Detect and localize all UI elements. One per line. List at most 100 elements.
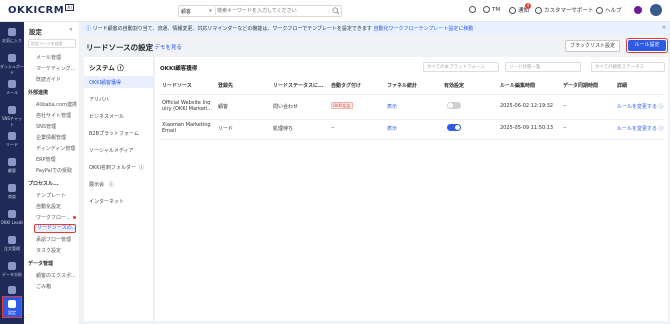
cell-edit-time: 2025-06-02 12:19:32 <box>500 103 554 109</box>
platform-filter[interactable]: すべての本プラットフォーム <box>423 62 499 72</box>
avatar[interactable] <box>650 4 662 16</box>
rail-item-mail[interactable]: メール <box>0 76 24 102</box>
rail-item-customers[interactable]: 顧客 <box>0 154 24 180</box>
help-button[interactable]: ヘルプ <box>596 6 622 14</box>
system-item[interactable]: OKKI名刺フォルダー <box>89 164 136 171</box>
rail-item-analytics[interactable]: データ分析 <box>0 258 24 284</box>
sidebar-item[interactable]: ディンディン管理 <box>36 145 75 152</box>
rail-item-sns-chat[interactable]: SNSチャット <box>0 102 24 128</box>
settings-gear-button[interactable] <box>469 6 476 13</box>
sidebar-item[interactable]: PayPalでの受取 <box>36 167 72 174</box>
col-lead-source: リードソース <box>162 83 192 89</box>
top-bar: OKKICRMAI 顧客 ▼ TM 通知 4 カスタマーサポート ヘルプ <box>0 0 670 22</box>
sidebar-item[interactable]: 自社サイト管理 <box>36 112 71 119</box>
sidebar-item[interactable]: SNS管理 <box>36 123 56 130</box>
sidebar-group-header[interactable]: データ管理 <box>28 260 53 267</box>
change-rule-link[interactable]: ルールを変更する ⓘ <box>617 103 664 110</box>
rail-item-orders[interactable]: 注文管理 <box>0 232 24 258</box>
help-circle-icon[interactable]: ⓘ <box>117 64 124 72</box>
dashboard-icon <box>8 54 16 62</box>
sidebar-item[interactable]: メール管理 <box>36 54 61 61</box>
settings-icon <box>8 300 16 308</box>
new-dot-indicator <box>73 216 76 219</box>
notice-link[interactable]: 自動化ワークフローテンプレート設定に移動 <box>374 26 474 32</box>
approval-icon <box>8 286 16 294</box>
chevron-down-icon[interactable]: ▼ <box>209 8 212 13</box>
rail-item-settings[interactable]: 設定 <box>2 296 22 318</box>
search-divider <box>215 7 216 15</box>
okki-crm-logo[interactable]: OKKICRM AI <box>8 4 75 16</box>
sidebar-item[interactable]: ワークフロー... <box>36 214 71 221</box>
customer-status-filter[interactable]: すべての顧客ステータス <box>591 62 665 72</box>
help-circle-icon: ⓘ <box>658 126 664 132</box>
system-item[interactable]: ソーシャルメディア <box>89 147 134 154</box>
rule-settings-button[interactable]: ルール設定 <box>626 38 668 53</box>
sidebar-item-active[interactable]: リードソースの... <box>34 224 77 233</box>
system-item[interactable]: ビジネスメール <box>89 113 124 120</box>
sidebar-item[interactable]: ERP管理 <box>36 156 56 163</box>
lead-status-filter[interactable]: リード状態一覧 <box>505 62 581 72</box>
sidebar-group-header[interactable]: 外部連携 <box>28 89 48 96</box>
cell-auto-tag: -- <box>331 125 335 131</box>
sidebar-search-input[interactable]: 設定ページを検索 <box>28 39 76 48</box>
row-divider <box>160 119 665 120</box>
help-circle-icon[interactable]: ⓘ <box>109 181 114 188</box>
global-search-box: 顧客 ▼ <box>178 5 342 17</box>
change-rule-link[interactable]: ルールを変更する ⓘ <box>617 125 664 132</box>
collapse-sidebar-icon[interactable]: « <box>69 26 73 33</box>
demo-link[interactable]: ⊙ デモを見る <box>148 43 182 51</box>
rail-item-leads[interactable]: リード <box>0 128 24 154</box>
cell-sync-time: -- <box>563 125 567 131</box>
system-source-panel: システム ⓘ OKKI顧客獲得 アリババ ビジネスメール B2Bプラットフォーム ソーシ… <box>84 57 154 321</box>
gear-icon <box>469 6 476 13</box>
toggle-knob <box>455 125 460 130</box>
sidebar-item[interactable]: 企業情報管理 <box>36 134 66 141</box>
sidebar-item[interactable]: 承認フロー管理 <box>36 236 71 243</box>
system-item[interactable]: インターネット <box>89 198 124 205</box>
col-lead-status: リードステータスに... <box>273 83 324 89</box>
cell-source: Official Website Inq uiry (OKKI Marketi..… <box>162 100 213 112</box>
rail-item-favorites[interactable]: お気に入り <box>0 24 24 50</box>
enabled-toggle[interactable] <box>447 124 461 131</box>
main-nav-rail: お気に入り ダッシュボード メール SNSチャット リード 顧客 商談 OKKI… <box>0 22 24 324</box>
system-item[interactable]: アリババ <box>89 96 109 103</box>
enabled-toggle[interactable] <box>447 102 461 109</box>
global-search-input[interactable] <box>217 7 329 15</box>
toggle-knob <box>448 103 453 108</box>
col-sync-time: データ同期時間 <box>563 83 599 89</box>
feature-icon[interactable] <box>634 6 642 14</box>
customer-support-button[interactable]: カスタマーサポート <box>535 6 593 14</box>
col-enabled: 有効設定 <box>444 83 465 89</box>
user-icon <box>483 6 490 13</box>
blacklist-settings-button[interactable]: ブラックリスト設定 <box>565 40 620 52</box>
header-divider <box>160 94 665 95</box>
search-icon[interactable] <box>332 7 340 15</box>
search-scope-select[interactable]: 顧客 <box>181 8 191 15</box>
user-menu[interactable]: TM <box>483 6 500 13</box>
system-item[interactable]: OKKI顧客獲得 <box>89 79 121 86</box>
sidebar-title: 設定 <box>29 28 42 36</box>
sidebar-item[interactable]: タスク設定 <box>36 247 61 254</box>
sidebar-item[interactable]: Alibaba.com連携 <box>36 101 77 108</box>
cell-edit-time: 2025-05-09 11:50:13 <box>500 125 554 131</box>
rail-item-deals[interactable]: 商談 <box>0 180 24 206</box>
sidebar-item[interactable]: 顧客のエクスポ... <box>36 272 76 279</box>
sidebar-item[interactable]: ごみ箱 <box>36 283 51 290</box>
okki-leads-icon <box>8 210 16 218</box>
system-item[interactable]: B2Bプラットフォーム <box>89 130 139 137</box>
sidebar-item[interactable]: 自動化設定 <box>36 203 61 210</box>
sidebar-item[interactable]: マーケティング... <box>36 65 75 72</box>
rail-item-dashboard[interactable]: ダッシュボード <box>0 50 24 76</box>
sidebar-group-header[interactable]: プロセスル... <box>28 180 59 187</box>
sidebar-item[interactable]: テンプレート <box>36 192 66 199</box>
funnel-view-link[interactable]: 表示 <box>387 103 397 110</box>
help-circle-icon[interactable]: ⓘ <box>139 164 144 171</box>
sidebar-item[interactable]: 既読ガイド <box>36 76 61 83</box>
cell-sync-time: -- <box>563 103 567 109</box>
funnel-view-link[interactable]: 表示 <box>387 125 397 132</box>
notice-text: リード顧客の自動割り当て、流通、情報変更、対応リマインダーなどの機能は、ワークフ… <box>92 26 372 32</box>
rail-item-okki-leads[interactable]: OKKI Leads <box>0 206 24 232</box>
cell-status: 問い合わせ <box>273 104 299 110</box>
close-icon[interactable]: ✕ <box>662 25 666 31</box>
system-item[interactable]: 展示会 <box>89 181 104 188</box>
